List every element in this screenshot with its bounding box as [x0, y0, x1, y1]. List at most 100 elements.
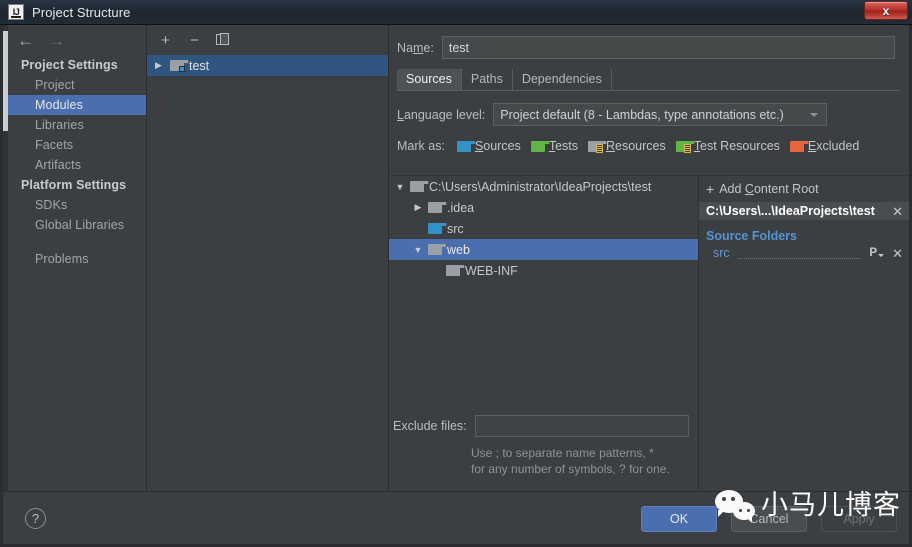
project-structure-dialog: Project Structure x ← → Project Settings…: [0, 0, 912, 547]
tree-node-web[interactable]: ▼ web: [389, 239, 698, 260]
sidebar-item-modules[interactable]: Modules: [3, 95, 146, 115]
forward-arrow-icon[interactable]: →: [48, 32, 65, 49]
folder-resources-icon: [588, 140, 607, 153]
sidebar-scrollbar[interactable]: [3, 25, 8, 491]
sidebar-item-problems[interactable]: Problems: [3, 249, 146, 269]
cancel-button[interactable]: Cancel: [731, 506, 807, 532]
exclude-files-label: Exclude files:: [393, 419, 467, 433]
sidebar-navigation: ← →: [3, 25, 146, 55]
mark-as-tests-label: Tests: [548, 139, 578, 153]
exclude-files-block: Exclude files: Use ; to separate name pa…: [389, 415, 698, 477]
remove-module-icon[interactable]: −: [187, 33, 202, 48]
content-roots-panel: + Add Content Root C:\Users\...\IdeaProj…: [698, 175, 909, 491]
module-details-pane: Name: test Sources Paths Dependencies La…: [389, 25, 909, 491]
mark-as-resources-button[interactable]: Resources: [588, 139, 666, 153]
dialog-footer: ? OK Cancel Apply: [3, 491, 909, 544]
exclude-hint-line-2: for any number of symbols, ? for one.: [471, 462, 670, 476]
module-list-item-label: test: [189, 58, 210, 73]
source-folder-item-src[interactable]: src P ✕: [699, 245, 909, 261]
mark-as-excluded-label: Excluded: [807, 139, 860, 153]
sidebar-group-project-settings: Project Settings: [21, 58, 118, 72]
plus-icon: +: [706, 181, 715, 197]
mark-as-resources-label: Resources: [606, 139, 666, 153]
folder-blue-icon: [456, 140, 476, 152]
tree-spacer-icon: \u25b6: [431, 266, 441, 276]
tab-sources[interactable]: Sources: [397, 69, 462, 90]
exclude-files-input[interactable]: [474, 415, 689, 437]
chevron-down-icon: [810, 113, 819, 117]
exclude-files-hint: Use ; to separate name patterns, * for a…: [389, 437, 698, 477]
leader-dots: [737, 248, 862, 259]
tree-node-label: .idea: [447, 200, 475, 215]
chevron-right-icon[interactable]: ▶: [413, 202, 423, 213]
sidebar-item-libraries[interactable]: Libraries: [3, 115, 146, 135]
mark-as-test-resources-label: Test Resources: [693, 139, 780, 153]
sidebar-divider: [3, 235, 146, 249]
mark-as-excluded-button[interactable]: Excluded: [789, 139, 860, 153]
modules-toolbar: + −: [147, 25, 388, 55]
sources-split: ▼ C:\Users\Administrator\IdeaProjects\te…: [389, 175, 909, 491]
source-folders-title: Source Folders: [706, 229, 797, 243]
content-root-path: C:\Users\...\IdeaProjects\test: [706, 204, 875, 218]
content-root-tree: ▼ C:\Users\Administrator\IdeaProjects\te…: [389, 175, 698, 491]
folder-orange-icon: [789, 140, 809, 152]
folder-test-resources-icon: [675, 140, 695, 153]
mark-as-sources-label: Sources: [474, 139, 521, 153]
package-prefix-icon[interactable]: P: [869, 247, 885, 259]
mark-as-row: Mark as: Sources Tests Resources Test Re…: [389, 126, 909, 153]
sidebar-item-project[interactable]: Project: [3, 75, 146, 95]
content-root-item[interactable]: C:\Users\...\IdeaProjects\test ✕: [699, 202, 909, 220]
copy-module-icon[interactable]: [216, 33, 230, 47]
remove-source-folder-icon[interactable]: ✕: [888, 247, 903, 260]
close-icon[interactable]: x: [864, 1, 908, 20]
module-name-row: Name: test: [389, 25, 909, 59]
tree-spacer-icon: \u25b6: [413, 224, 423, 234]
language-level-value: Project default (8 - Lambdas, type annot…: [500, 107, 784, 122]
module-name-label: Name:: [397, 40, 434, 55]
folder-gray-icon: [410, 181, 429, 192]
mark-as-label: Mark as:: [397, 139, 445, 153]
add-content-root-label: Add Content Root: [719, 182, 819, 196]
tree-node-label: web: [447, 242, 470, 257]
help-button[interactable]: ?: [25, 508, 46, 529]
title-bar: Project Structure x: [0, 0, 912, 25]
sidebar-item-sdks[interactable]: SDKs: [3, 195, 146, 215]
source-folder-name: src: [713, 246, 730, 260]
chevron-right-icon[interactable]: ▶: [155, 60, 165, 71]
tree-node-src[interactable]: \u25b6 src: [389, 218, 698, 239]
tab-dependencies[interactable]: Dependencies: [513, 69, 612, 90]
tree-node-idea[interactable]: ▶ .idea: [389, 197, 698, 218]
module-name-input[interactable]: test: [441, 36, 895, 59]
tree-node-content-root[interactable]: ▼ C:\Users\Administrator\IdeaProjects\te…: [389, 176, 698, 197]
tree-node-web-inf[interactable]: \u25b6 WEB-INF: [389, 260, 698, 281]
add-module-icon[interactable]: +: [158, 33, 173, 48]
sidebar-item-global-libraries[interactable]: Global Libraries: [3, 215, 146, 235]
back-arrow-icon[interactable]: ←: [17, 32, 34, 49]
module-list-item-test[interactable]: ▶ test: [147, 55, 388, 76]
chevron-down-icon[interactable]: ▼: [395, 182, 405, 192]
tab-paths[interactable]: Paths: [462, 69, 513, 90]
mark-as-tests-button[interactable]: Tests: [530, 139, 578, 153]
tree-node-label: src: [447, 221, 464, 236]
dialog-content: ← → Project Settings Project Modules Lib…: [3, 25, 909, 491]
details-tabs: Sources Paths Dependencies: [397, 69, 900, 91]
package-prefix-letter: P: [869, 247, 878, 259]
window-title: Project Structure: [32, 4, 131, 20]
module-folder-icon: [170, 60, 189, 72]
sidebar-item-facets[interactable]: Facets: [3, 135, 146, 155]
language-level-label: Language level:: [397, 107, 486, 122]
folder-blue-icon: [428, 223, 447, 234]
tree-node-label: WEB-INF: [465, 263, 518, 278]
remove-content-root-icon[interactable]: ✕: [888, 205, 903, 218]
mark-as-sources-button[interactable]: Sources: [456, 139, 521, 153]
folder-green-icon: [530, 140, 550, 152]
ok-button[interactable]: OK: [641, 506, 717, 532]
apply-button[interactable]: Apply: [821, 506, 897, 532]
modules-panel: + − ▶ test: [147, 25, 389, 491]
add-content-root-button[interactable]: + Add Content Root: [699, 176, 909, 202]
language-level-row: Language level: Project default (8 - Lam…: [389, 91, 909, 126]
sidebar-item-artifacts[interactable]: Artifacts: [3, 155, 146, 175]
chevron-down-icon[interactable]: ▼: [413, 245, 423, 255]
mark-as-test-resources-button[interactable]: Test Resources: [675, 139, 780, 153]
language-level-select[interactable]: Project default (8 - Lambdas, type annot…: [493, 103, 828, 126]
